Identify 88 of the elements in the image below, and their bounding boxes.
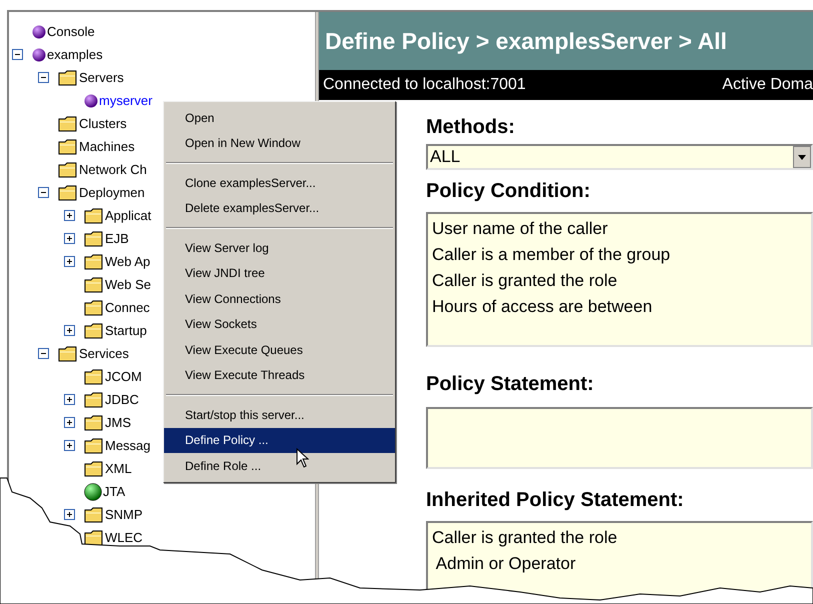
tree-item[interactable]: Messag [105, 436, 151, 456]
tree-item[interactable]: Startup [105, 320, 147, 340]
menu-item[interactable]: View Server log [164, 235, 395, 260]
menu-item[interactable]: View Execute Threads [164, 362, 395, 388]
folder-icon [84, 414, 104, 430]
expand-icon[interactable] [64, 233, 75, 244]
tree-item[interactable]: Connec [105, 298, 150, 318]
tree-item[interactable]: examples [47, 44, 103, 64]
list-option[interactable]: Caller is a member of the group [432, 242, 811, 268]
field-label: Policy Statement: [426, 372, 595, 397]
tree-item[interactable]: Deploymen [79, 182, 145, 202]
list-option[interactable]: User name of the caller [432, 216, 811, 242]
folder-icon [84, 322, 104, 338]
menu-item[interactable]: Define Role ... [164, 453, 395, 478]
methods-dropdown[interactable]: ALL [426, 144, 813, 170]
folder-icon [84, 368, 104, 384]
folder-icon [84, 208, 104, 224]
tree-item[interactable]: XML [105, 458, 132, 478]
tree-item[interactable]: JMS [105, 412, 131, 432]
menu-item[interactable]: Define Policy ... [164, 428, 395, 453]
menu-item[interactable]: Clone examplesServer... [164, 170, 395, 196]
connection-text: Connected to localhost:7001 [323, 75, 526, 95]
menu-item[interactable]: View Sockets [164, 312, 395, 337]
list-option[interactable]: Caller is granted the role [432, 268, 811, 294]
ball-icon [84, 94, 98, 108]
tree-item[interactable]: Web Ap [105, 252, 150, 272]
tree-item[interactable]: Clusters [79, 114, 127, 134]
expand-icon[interactable] [64, 394, 75, 405]
expand-icon[interactable] [64, 256, 75, 267]
tree-item[interactable]: WLEC [105, 528, 143, 548]
collapse-icon[interactable] [38, 72, 49, 83]
folder-icon [84, 392, 104, 408]
field-label: Inherited Policy Statement: [426, 488, 685, 513]
folder-icon [84, 438, 104, 454]
folder-icon [84, 300, 104, 316]
folder-icon [84, 460, 104, 476]
folder-icon [58, 184, 78, 200]
mouse-pointer-icon [296, 448, 309, 469]
expand-icon[interactable] [64, 210, 75, 221]
folder-icon [84, 254, 104, 270]
folder-icon [58, 346, 78, 362]
collapse-icon[interactable] [12, 49, 23, 60]
statement-line: Admin or Operator [434, 553, 577, 575]
tree-item[interactable]: myserver [99, 90, 152, 110]
folder-icon [58, 116, 78, 132]
ball-icon [84, 482, 102, 500]
tree-item[interactable]: Web Se [105, 274, 152, 294]
tree-item[interactable]: Network Ch [79, 160, 147, 180]
folder-icon [58, 138, 78, 154]
field-label: Methods: [426, 115, 516, 140]
menu-item[interactable]: Delete examplesServer... [164, 196, 395, 221]
expand-icon[interactable] [64, 440, 75, 451]
tree-item[interactable]: Machines [79, 136, 135, 156]
folder-icon [58, 70, 78, 86]
menu-item[interactable]: Open [164, 105, 395, 130]
menu-item[interactable]: View JNDI tree [164, 260, 395, 286]
tree-item[interactable]: JDBC [105, 390, 139, 410]
tree-item[interactable]: SNMP [105, 504, 143, 524]
condition-list[interactable]: User name of the caller Caller is a member of the group Caller is granted the role Hours of access are between [426, 212, 813, 347]
folder-icon [84, 276, 104, 292]
menu-item[interactable]: View Connections [164, 286, 395, 312]
tree-item[interactable]: EJB [105, 228, 129, 248]
tree-item[interactable]: JTA [103, 482, 126, 502]
menu-item[interactable]: Start/stop this server... [164, 402, 395, 428]
policy-statement-box[interactable] [426, 407, 813, 469]
tree-item[interactable]: JCOM [105, 366, 142, 386]
tree-item[interactable]: Applicat [105, 206, 152, 226]
folder-icon [84, 506, 104, 522]
folder-icon [84, 530, 104, 546]
ball-icon [32, 24, 46, 38]
tree-item[interactable]: Servers [79, 68, 124, 88]
menu-item[interactable]: View Execute Queues [164, 337, 395, 362]
menu-item[interactable]: Open in New Window [164, 130, 395, 156]
folder-icon [58, 162, 78, 178]
folder-icon [84, 230, 104, 246]
ball-icon [32, 48, 46, 62]
domain-text: Active Doma [722, 75, 813, 95]
expand-icon[interactable] [64, 325, 75, 336]
field-label: Policy Condition: [426, 179, 592, 204]
expand-icon[interactable] [64, 509, 75, 520]
page-title: Define Policy > examplesServer > All [325, 26, 727, 56]
collapse-icon[interactable] [38, 348, 49, 359]
tree-item[interactable]: Console [47, 22, 95, 42]
list-option[interactable]: Hours of access are between [432, 294, 811, 320]
statement-line: Caller is granted the role [432, 527, 618, 549]
tree-item[interactable]: Services [79, 344, 129, 364]
collapse-icon[interactable] [38, 187, 49, 198]
expand-icon[interactable] [64, 417, 75, 428]
